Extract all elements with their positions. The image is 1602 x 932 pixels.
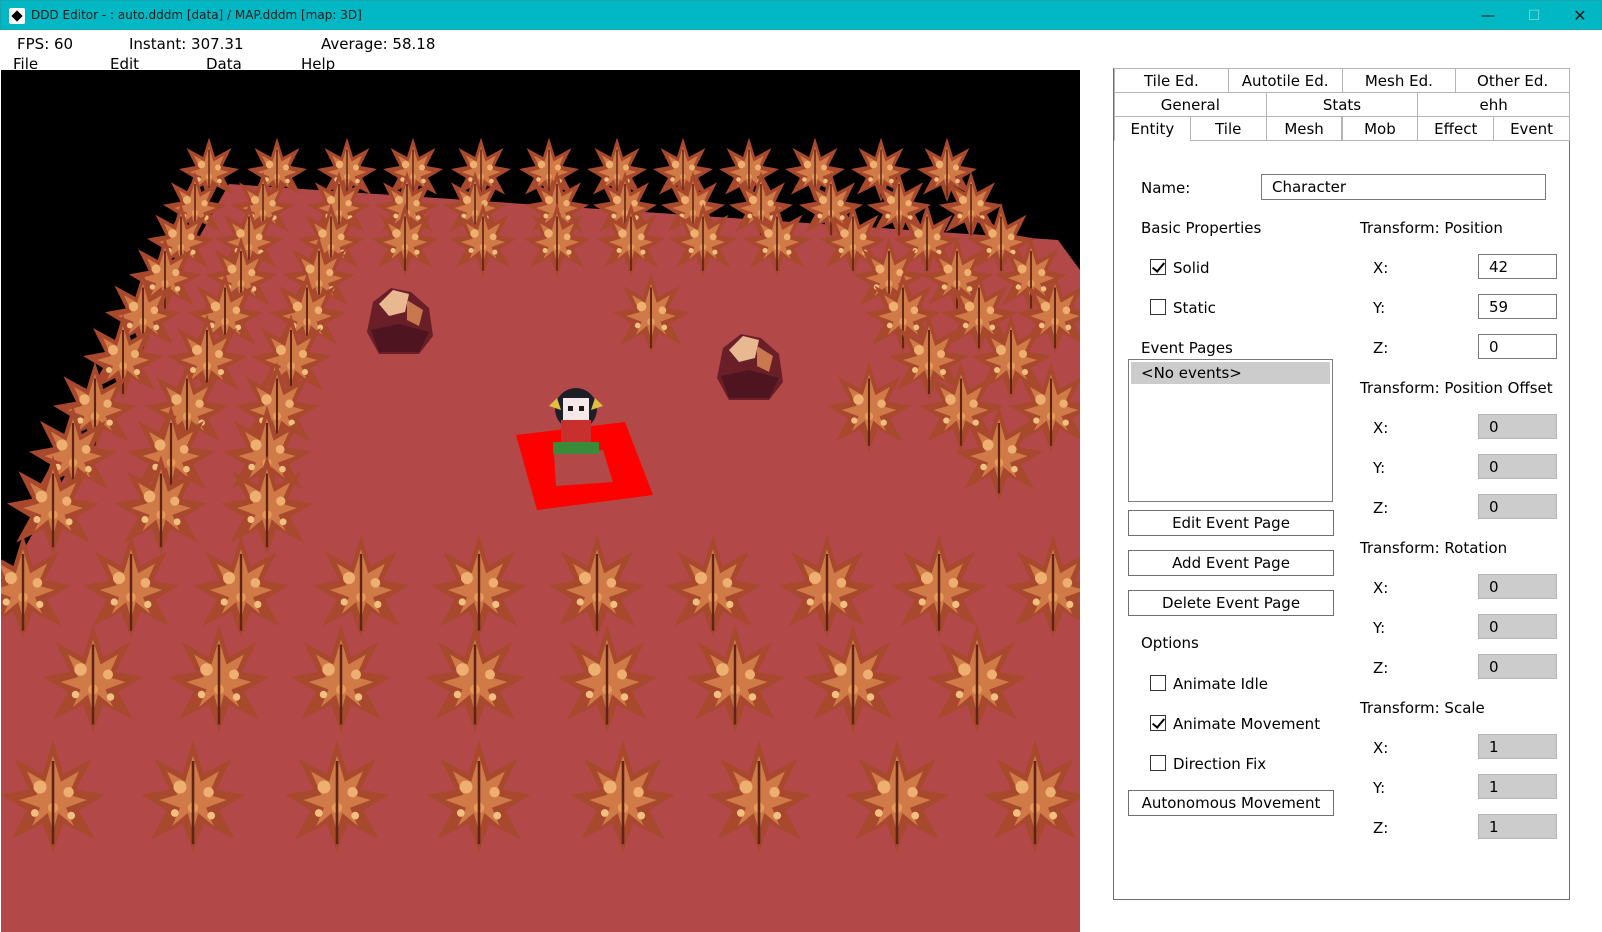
- event-pages-label: Event Pages: [1141, 339, 1233, 357]
- transform-offset-y-label: Y:: [1373, 459, 1386, 477]
- edit-event-page-button[interactable]: Edit Event Page: [1128, 510, 1334, 536]
- transform-position-y-label: Y:: [1373, 299, 1386, 317]
- name-label: Name:: [1141, 179, 1191, 197]
- options-label: Options: [1141, 634, 1199, 652]
- map-scene[interactable]: [1, 70, 1080, 932]
- transform-scale-x-label: X:: [1373, 739, 1389, 757]
- tab-mob[interactable]: Mob: [1341, 116, 1419, 141]
- tab-autotile-ed[interactable]: Autotile Ed.: [1227, 68, 1343, 93]
- transform-rotation-y-label: Y:: [1373, 619, 1386, 637]
- app-icon: [9, 8, 25, 24]
- transform-position-z-label: Z:: [1373, 339, 1389, 357]
- transform-scale-y-field[interactable]: 1: [1478, 774, 1557, 799]
- maximize-button[interactable]: ☐: [1511, 1, 1557, 30]
- solid-label: Solid: [1173, 259, 1210, 277]
- transform-position-x-label: X:: [1373, 259, 1389, 277]
- tab-other-ed[interactable]: Other Ed.: [1455, 68, 1570, 93]
- list-item[interactable]: <No events>: [1131, 362, 1330, 384]
- static-label: Static: [1173, 299, 1216, 317]
- instant-readout: Instant: 307.31: [129, 35, 244, 53]
- transform-position-label: Transform: Position: [1360, 219, 1503, 237]
- transform-position-x-field[interactable]: 42: [1478, 254, 1557, 279]
- transform-offset-y-field[interactable]: 0: [1478, 454, 1557, 479]
- direction-fix-checkbox[interactable]: [1150, 755, 1166, 771]
- name-field[interactable]: Character: [1261, 174, 1546, 200]
- transform-offset-x-label: X:: [1373, 419, 1389, 437]
- transform-offset-z-label: Z:: [1373, 499, 1389, 517]
- tab-effect[interactable]: Effect: [1417, 116, 1495, 141]
- tab-general[interactable]: General: [1114, 92, 1267, 117]
- static-checkbox[interactable]: [1150, 299, 1166, 315]
- transform-scale-y-label: Y:: [1373, 779, 1386, 797]
- basic-properties-label: Basic Properties: [1141, 219, 1262, 237]
- tab-tile-ed[interactable]: Tile Ed.: [1114, 68, 1229, 93]
- tab-ehh[interactable]: ehh: [1417, 92, 1570, 117]
- animate-movement-label: Animate Movement: [1173, 715, 1321, 733]
- window-title: DDD Editor - : auto.dddm [data] / MAP.dd…: [31, 8, 362, 22]
- transform-scale-z-field[interactable]: 1: [1478, 814, 1557, 839]
- transform-rotation-label: Transform: Rotation: [1360, 539, 1508, 557]
- animate-idle-checkbox[interactable]: [1150, 675, 1166, 691]
- transform-position-z-field[interactable]: 0: [1478, 334, 1557, 359]
- tab-event[interactable]: Event: [1493, 116, 1570, 141]
- event-pages-list[interactable]: <No events>: [1128, 359, 1333, 502]
- transform-scale-x-field[interactable]: 1: [1478, 734, 1557, 759]
- transform-offset-z-field[interactable]: 0: [1478, 494, 1557, 519]
- tab-tile[interactable]: Tile: [1189, 116, 1267, 141]
- transform-rotation-y-field[interactable]: 0: [1478, 614, 1557, 639]
- tab-mesh-ed[interactable]: Mesh Ed.: [1341, 68, 1457, 93]
- transform-rotation-z-label: Z:: [1373, 659, 1389, 677]
- tab-entity[interactable]: Entity: [1114, 116, 1191, 141]
- direction-fix-label: Direction Fix: [1173, 755, 1267, 773]
- average-readout: Average: 58.18: [321, 35, 436, 53]
- tab-stats[interactable]: Stats: [1265, 92, 1419, 117]
- transform-scale-label: Transform: Scale: [1360, 699, 1485, 717]
- tab-mesh[interactable]: Mesh: [1265, 116, 1343, 141]
- transform-rotation-x-label: X:: [1373, 579, 1389, 597]
- transform-rotation-z-field[interactable]: 0: [1478, 654, 1557, 679]
- solid-checkbox[interactable]: [1150, 259, 1166, 275]
- transform-offset-x-field[interactable]: 0: [1478, 414, 1557, 439]
- add-event-page-button[interactable]: Add Event Page: [1128, 550, 1334, 576]
- close-button[interactable]: ✕: [1557, 1, 1602, 30]
- delete-event-page-button[interactable]: Delete Event Page: [1128, 590, 1334, 616]
- animate-movement-checkbox[interactable]: [1150, 715, 1166, 731]
- transform-rotation-x-field[interactable]: 0: [1478, 574, 1557, 599]
- minimize-button[interactable]: —: [1465, 1, 1511, 30]
- autonomous-movement-button[interactable]: Autonomous Movement: [1128, 790, 1334, 816]
- map-viewport[interactable]: [1, 70, 1080, 932]
- fps-readout: FPS: 60: [17, 35, 74, 53]
- transform-scale-z-label: Z:: [1373, 819, 1389, 837]
- title-bar: DDD Editor - : auto.dddm [data] / MAP.dd…: [0, 0, 1602, 30]
- transform-position-y-field[interactable]: 59: [1478, 294, 1557, 319]
- animate-idle-label: Animate Idle: [1173, 675, 1268, 693]
- transform-offset-label: Transform: Position Offset: [1360, 379, 1553, 397]
